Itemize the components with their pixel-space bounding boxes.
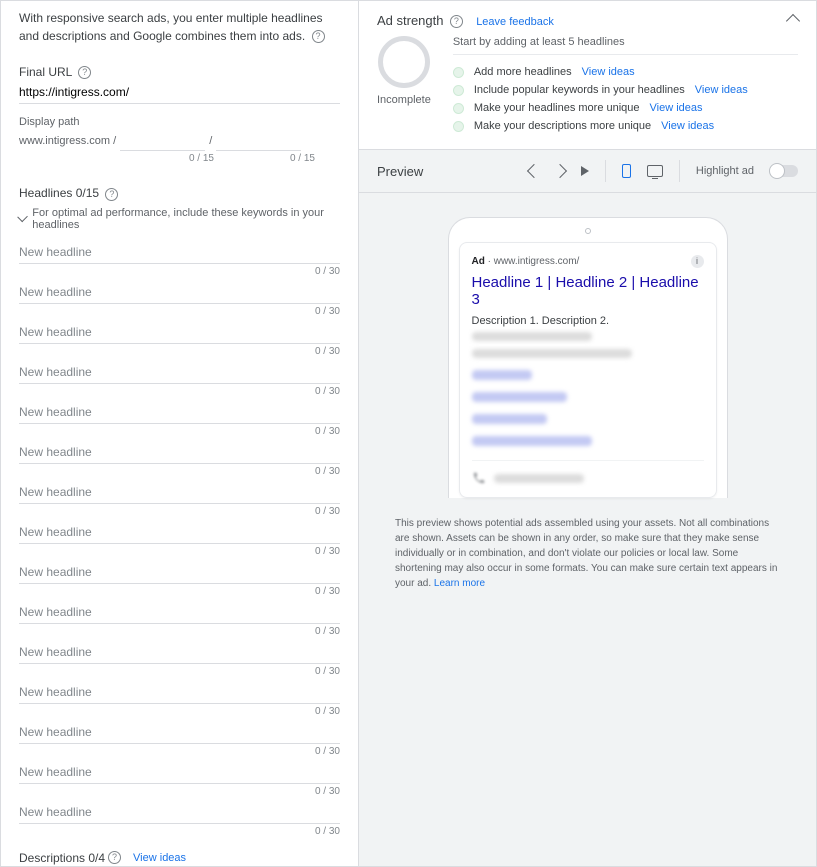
- display-path-2-count: 0 / 15: [230, 153, 315, 164]
- chevron-down-icon: [17, 211, 28, 222]
- help-icon[interactable]: ?: [108, 851, 121, 864]
- highlight-ad-label: Highlight ad: [696, 165, 754, 177]
- headline-input[interactable]: [19, 597, 340, 624]
- ad-preview-card: Ad · www.intigress.com/ i Headline 1 | H…: [459, 242, 717, 498]
- final-url-label: Final URL ?: [19, 65, 340, 79]
- headline-input[interactable]: [19, 237, 340, 264]
- ad-badge: Ad: [472, 256, 485, 267]
- intro-text: With responsive search ads, you enter mu…: [1, 1, 358, 57]
- preview-title: Preview: [377, 164, 423, 179]
- divider: [679, 160, 680, 182]
- ad-domain: www.intigress.com/: [494, 256, 580, 267]
- display-path-2-input[interactable]: [216, 130, 301, 151]
- status-dot-icon: [453, 85, 464, 96]
- view-ideas-link[interactable]: View ideas: [661, 120, 714, 132]
- headline-count: 0 / 30: [19, 624, 340, 637]
- strength-status: Incomplete: [377, 94, 431, 106]
- headline-count: 0 / 30: [19, 584, 340, 597]
- headline-count: 0 / 30: [19, 304, 340, 317]
- headline-count: 0 / 30: [19, 464, 340, 477]
- headline-input[interactable]: [19, 357, 340, 384]
- headline-count: 0 / 30: [19, 264, 340, 277]
- headline-count: 0 / 30: [19, 784, 340, 797]
- strength-intro: Start by adding at least 5 headlines: [453, 36, 798, 55]
- headline-count: 0 / 30: [19, 664, 340, 677]
- headline-input[interactable]: [19, 757, 340, 784]
- phone-camera-icon: [585, 228, 591, 234]
- collapse-icon[interactable]: [786, 14, 800, 28]
- headline-count: 0 / 30: [19, 424, 340, 437]
- headline-input[interactable]: [19, 517, 340, 544]
- strength-idea-item: Add more headlinesView ideas: [453, 63, 798, 81]
- status-dot-icon: [453, 121, 464, 132]
- strength-idea-item: Include popular keywords in your headlin…: [453, 81, 798, 99]
- preview-panel: Ad strength ? Leave feedback Incomplete …: [359, 1, 816, 866]
- info-icon[interactable]: i: [691, 255, 704, 268]
- preview-play-button[interactable]: [581, 166, 589, 176]
- help-icon[interactable]: ?: [105, 188, 118, 201]
- help-icon[interactable]: ?: [450, 15, 463, 28]
- strength-ring-icon: [378, 36, 430, 88]
- headline-count: 0 / 30: [19, 344, 340, 357]
- device-desktop-button[interactable]: [647, 165, 663, 177]
- display-path-base: www.intigress.com /: [19, 135, 116, 151]
- help-icon[interactable]: ?: [312, 30, 325, 43]
- headline-input[interactable]: [19, 637, 340, 664]
- headline-count: 0 / 30: [19, 384, 340, 397]
- descriptions-view-ideas-link[interactable]: View ideas: [133, 852, 186, 864]
- status-dot-icon: [453, 67, 464, 78]
- headlines-label: Headlines 0/15 ?: [1, 186, 358, 200]
- headline-input[interactable]: [19, 797, 340, 824]
- strength-idea-item: Make your descriptions more uniqueView i…: [453, 117, 798, 135]
- leave-feedback-link[interactable]: Leave feedback: [476, 16, 554, 28]
- preview-next-button[interactable]: [553, 164, 567, 178]
- display-path-sep: /: [209, 135, 212, 151]
- ad-strength-title: Ad strength: [377, 13, 444, 28]
- headline-input[interactable]: [19, 677, 340, 704]
- headline-count: 0 / 30: [19, 744, 340, 757]
- strength-idea-item: Make your headlines more uniqueView idea…: [453, 99, 798, 117]
- headline-input[interactable]: [19, 277, 340, 304]
- help-icon[interactable]: ?: [78, 66, 91, 79]
- learn-more-link[interactable]: Learn more: [434, 578, 485, 589]
- final-url-input[interactable]: [19, 79, 340, 104]
- divider: [605, 160, 606, 182]
- headlines-tip-toggle[interactable]: For optimal ad performance, include thes…: [1, 201, 358, 237]
- phone-icon: [472, 471, 486, 485]
- highlight-ad-toggle[interactable]: [770, 165, 798, 177]
- preview-disclaimer: This preview shows potential ads assembl…: [395, 516, 780, 591]
- view-ideas-link[interactable]: View ideas: [695, 84, 748, 96]
- headline-count: 0 / 30: [19, 544, 340, 557]
- headline-input[interactable]: [19, 437, 340, 464]
- headline-count: 0 / 30: [19, 824, 340, 837]
- preview-prev-button[interactable]: [527, 164, 541, 178]
- headline-count: 0 / 30: [19, 504, 340, 517]
- headline-input[interactable]: [19, 397, 340, 424]
- ad-description-preview: Description 1. Description 2.: [472, 314, 704, 358]
- headline-input[interactable]: [19, 317, 340, 344]
- display-path-1-input[interactable]: [120, 130, 205, 151]
- phone-preview-frame: Ad · www.intigress.com/ i Headline 1 | H…: [448, 217, 728, 498]
- preview-toolbar: Preview Highlight ad: [359, 150, 816, 193]
- headline-input[interactable]: [19, 717, 340, 744]
- ad-headline-preview: Headline 1 | Headline 2 | Headline 3: [472, 274, 704, 308]
- ad-strength-section: Ad strength ? Leave feedback Incomplete …: [359, 1, 816, 150]
- ad-form-panel: With responsive search ads, you enter mu…: [1, 1, 359, 866]
- descriptions-label: Descriptions 0/4 ? View ideas: [1, 851, 358, 865]
- headline-input[interactable]: [19, 557, 340, 584]
- headline-input[interactable]: [19, 477, 340, 504]
- display-path-label: Display path: [19, 116, 340, 128]
- description-input[interactable]: [19, 865, 340, 866]
- display-path-1-count: 0 / 15: [129, 153, 214, 164]
- headline-count: 0 / 30: [19, 704, 340, 717]
- status-dot-icon: [453, 103, 464, 114]
- view-ideas-link[interactable]: View ideas: [582, 66, 635, 78]
- device-mobile-button[interactable]: [622, 164, 631, 178]
- view-ideas-link[interactable]: View ideas: [650, 102, 703, 114]
